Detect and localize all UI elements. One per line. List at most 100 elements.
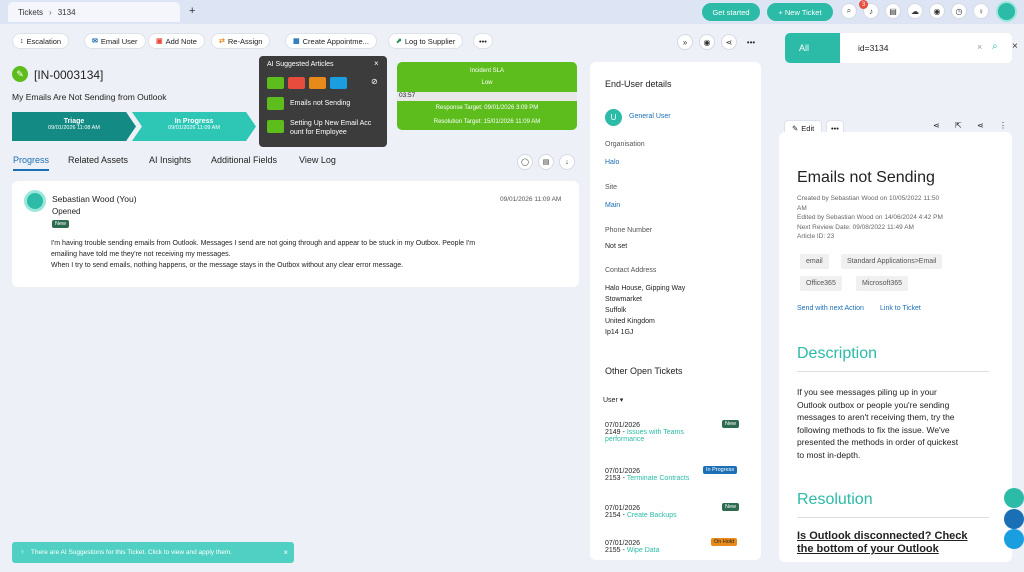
res-line: the bottom of your Outlook xyxy=(797,543,939,555)
reassign-button[interactable]: ⇄ Re-Assign xyxy=(211,33,271,49)
ticket-title[interactable]: Terminate Contracts xyxy=(627,475,690,482)
tab-view-log[interactable]: View Log xyxy=(299,155,336,165)
open-external-icon[interactable]: ⇱ xyxy=(955,121,962,130)
email-icon: ✉ xyxy=(92,38,98,45)
kb-article-panel: Emails not Sending Created by Sebastian … xyxy=(779,132,1012,562)
ticket-title[interactable]: Create Backups xyxy=(627,512,677,519)
tag-chip[interactable]: Standard Applications>Email xyxy=(841,254,943,269)
avatar[interactable] xyxy=(996,1,1017,22)
popup-title: AI Suggested Articles xyxy=(267,61,334,68)
close-icon[interactable]: × xyxy=(1012,41,1018,52)
pencil-icon[interactable] xyxy=(330,77,347,89)
search-field[interactable]: id=3134 × ⌕ xyxy=(840,33,1012,63)
divider xyxy=(797,371,989,372)
list-item[interactable]: 07/01/2026 In Progress 2153 - Terminate … xyxy=(605,466,745,482)
share-icon[interactable]: ⋖ xyxy=(977,121,984,130)
stage-triage[interactable]: Triage 09/01/2026 11:08 AM xyxy=(12,112,136,141)
new-ticket-button[interactable]: + New Ticket xyxy=(767,3,833,21)
cloud-icon[interactable]: ☁ xyxy=(907,3,923,19)
clock-icon[interactable]: ◷ xyxy=(951,3,967,19)
new-tab-button[interactable]: + xyxy=(189,5,195,17)
frame-icon[interactable] xyxy=(309,77,326,89)
close-icon[interactable]: × xyxy=(283,548,288,557)
chevrons-right-icon[interactable]: » xyxy=(677,34,693,50)
get-started-button[interactable]: Get started xyxy=(702,3,760,21)
progress-note-card: Sebastian Wood (You) Opened New 09/01/20… xyxy=(12,181,579,287)
pin-icon[interactable] xyxy=(288,77,305,89)
chat-icon[interactable] xyxy=(1004,488,1024,508)
desc-line: presented the methods in order of quicke… xyxy=(797,437,959,447)
list-item[interactable]: 07/01/2026 New 2154 - Create Backups xyxy=(605,503,745,519)
search-icon[interactable]: ⌕ xyxy=(992,41,998,52)
send-with-next-action-link[interactable]: Send with next Action xyxy=(797,305,864,312)
sort-down-icon[interactable]: ↓ xyxy=(559,154,575,170)
close-icon[interactable]: × xyxy=(374,59,379,68)
rss-icon[interactable]: ◉ xyxy=(929,3,945,19)
site-label: Site xyxy=(605,184,618,191)
user-link[interactable]: General User xyxy=(629,113,671,120)
sparkle-icon[interactable] xyxy=(1004,509,1024,529)
eye-icon[interactable]: ◉ xyxy=(699,34,715,50)
add-note-button[interactable]: ▣ Add Note xyxy=(148,33,205,49)
meta-line: AM xyxy=(797,204,807,212)
ticket-number: 2153 xyxy=(605,475,621,482)
share-icon[interactable]: ⋖ xyxy=(721,34,737,50)
list-item[interactable]: 07/01/2026 On Hold 2155 - Wipe Data xyxy=(605,538,745,554)
ticket-number: 2154 xyxy=(605,512,621,519)
tab-additional-fields[interactable]: Additional Fields xyxy=(211,155,277,165)
ticket-title[interactable]: Wipe Data xyxy=(627,547,660,554)
user-avatar: U xyxy=(605,109,622,126)
more-actions-button[interactable]: ••• xyxy=(473,33,493,49)
chevron-right-icon: › xyxy=(49,7,52,17)
ticket-tab[interactable]: Tickets › 3134 xyxy=(8,2,180,22)
search-scope-all[interactable]: All xyxy=(785,33,840,63)
link-to-ticket-link[interactable]: Link to Ticket xyxy=(880,305,921,312)
more-icon[interactable]: ••• xyxy=(743,34,759,50)
user-filter-dropdown[interactable]: User ▾ xyxy=(603,396,623,404)
site-link[interactable]: Main xyxy=(605,202,620,209)
escalation-button[interactable]: ↕ Escalation xyxy=(12,33,70,49)
ticket-title[interactable]: Issues with Teams xyxy=(627,429,684,436)
share-icon[interactable]: ⋖ xyxy=(933,121,940,130)
list-item[interactable]: 07/01/2026 New 2149 - Issues with Teams … xyxy=(605,420,745,443)
note-date: 09/01/2026 11:09 AM xyxy=(500,196,562,203)
status-badge: New xyxy=(52,220,70,228)
ai-suggestion-toast[interactable]: ♀ There are AI Suggestions for this Tick… xyxy=(12,542,294,563)
ticket-number: 2155 xyxy=(605,547,621,554)
block-icon[interactable]: ⊘ xyxy=(371,77,378,86)
address-line: Ip14 1GJ xyxy=(605,329,634,336)
tag-chip[interactable]: Microsoft365 xyxy=(856,276,909,291)
tab-related-assets[interactable]: Related Assets xyxy=(68,155,128,165)
clear-icon[interactable]: × xyxy=(977,42,982,52)
search-icon[interactable]: ⌕ xyxy=(841,3,857,19)
tab-current: 3134 xyxy=(57,7,76,17)
article-icon[interactable] xyxy=(267,77,284,89)
suggested-article-2[interactable]: Setting Up New Email Acc ount for Employ… xyxy=(290,119,382,137)
filter-icon[interactable]: ▤ xyxy=(538,154,554,170)
lightbulb-icon[interactable]: ♀ xyxy=(973,3,989,19)
comment-icon[interactable]: ◯ xyxy=(517,154,533,170)
log-to-supplier-button[interactable]: ⬈ Log to Supplier xyxy=(388,33,464,49)
article-title: Emails not Sending xyxy=(797,169,935,186)
ticket-summary: My Emails Are Not Sending from Outlook xyxy=(12,92,167,102)
note-author: Sebastian Wood (You) xyxy=(52,194,137,204)
more-icon[interactable]: ⋮ xyxy=(999,121,1007,130)
ai-assist-icon[interactable] xyxy=(1004,529,1024,549)
status-badge: In Progress xyxy=(703,466,738,474)
caret-down-icon: ▾ xyxy=(619,397,624,404)
stage-in-progress[interactable]: In Progress 09/01/2026 11:09 AM xyxy=(132,112,256,141)
tab-root[interactable]: Tickets xyxy=(18,8,43,17)
tab-progress[interactable]: Progress xyxy=(13,155,50,171)
end-user-heading: End-User details xyxy=(605,79,672,89)
toast-message[interactable]: There are AI Suggestions for this Ticket… xyxy=(31,549,232,556)
organisation-link[interactable]: Halo xyxy=(605,159,619,166)
suggested-article-1[interactable]: Emails not Sending xyxy=(290,100,350,107)
search-input[interactable]: id=3134 xyxy=(858,43,889,53)
escalation-icon: ↕ xyxy=(20,37,24,45)
tab-ai-insights[interactable]: AI Insights xyxy=(149,155,191,165)
tag-chip[interactable]: email xyxy=(800,254,829,269)
clipboard-icon[interactable]: ▤ xyxy=(885,3,901,19)
email-user-button[interactable]: ✉ Email User xyxy=(84,33,146,49)
tag-chip[interactable]: Office365 xyxy=(800,276,842,291)
create-appointment-button[interactable]: ▦ Create Appointme... xyxy=(285,33,377,49)
